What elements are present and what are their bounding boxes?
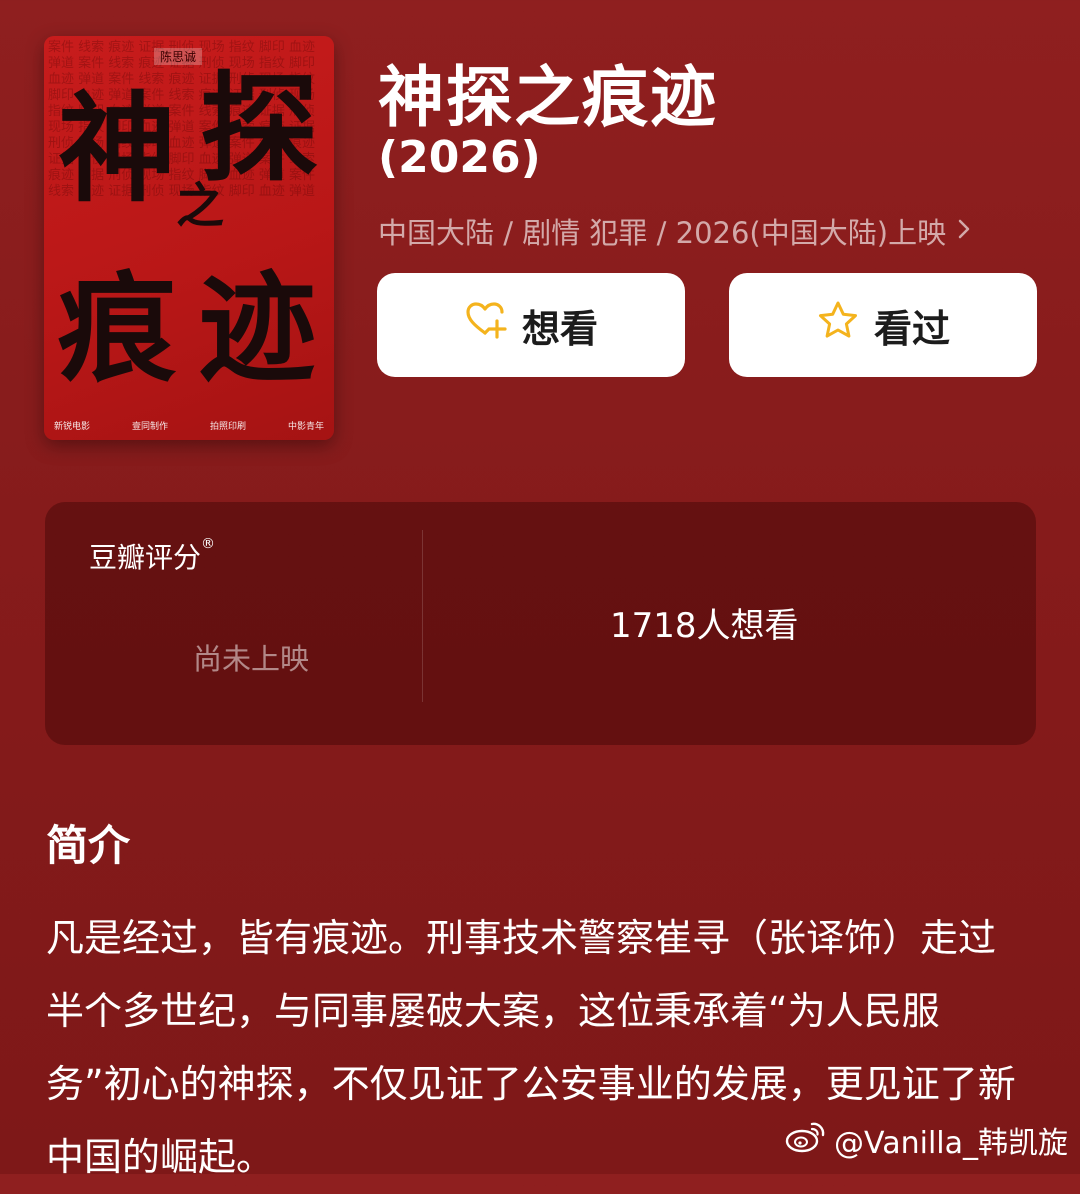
poster-title-char: 之 — [176, 178, 225, 234]
poster-logo: 拍照印刷 — [209, 422, 246, 432]
poster-title-char: 神 — [58, 80, 177, 218]
seen-button[interactable]: 看过 — [729, 273, 1037, 377]
movie-title: 神探之痕迹 — [378, 59, 718, 136]
want-to-watch-button[interactable]: 想看 — [377, 273, 685, 377]
weibo-icon — [784, 1118, 828, 1162]
seen-label: 看过 — [873, 306, 950, 351]
movie-meta: 中国大陆 / 剧情 犯罪 / 2026(中国大陆)上映 — [378, 216, 947, 250]
movie-year: (2026) — [378, 132, 541, 183]
want-count[interactable]: 1718人想看 — [610, 598, 799, 647]
want-label: 想看 — [521, 306, 598, 351]
rating-status: 尚未上映 — [193, 642, 310, 676]
intro-heading: 简介 — [46, 821, 131, 870]
movie-meta-row[interactable]: 中国大陆 / 剧情 犯罪 / 2026(中国大陆)上映 — [378, 210, 972, 252]
poster-director: 陈思诚 — [154, 48, 203, 65]
poster-logo: 壹同制作 — [131, 422, 168, 432]
poster-title-char: 探 — [200, 60, 319, 198]
registered-mark: ® — [201, 536, 216, 552]
rating-panel: 豆瓣评分® 尚未上映 1718人想看 — [45, 502, 1036, 745]
poster-title-char: 迹 — [198, 260, 317, 398]
rating-label: 豆瓣评分® — [89, 536, 216, 574]
watermark: @Vanilla_韩凯旋 — [784, 1118, 1068, 1162]
rating-divider — [422, 530, 423, 702]
poster-logo: 新锐电影 — [54, 422, 91, 432]
poster-title: 神 探 之 痕 迹 — [58, 70, 328, 410]
chevron-right-icon — [956, 215, 972, 248]
star-icon — [816, 299, 860, 352]
poster-logos: 新锐电影 壹同制作 拍照印刷 中影青年 — [54, 419, 324, 432]
poster-title-char: 痕 — [58, 260, 177, 398]
heart-plus-icon — [464, 299, 508, 352]
movie-poster[interactable]: 案件 线索 痕迹 证据 刑侦 现场 指纹 脚印 血迹 弹道 案件 线索 痕迹 证… — [44, 36, 334, 440]
watermark-text: @Vanilla_韩凯旋 — [834, 1126, 1068, 1161]
poster-logo: 中影青年 — [287, 422, 324, 432]
